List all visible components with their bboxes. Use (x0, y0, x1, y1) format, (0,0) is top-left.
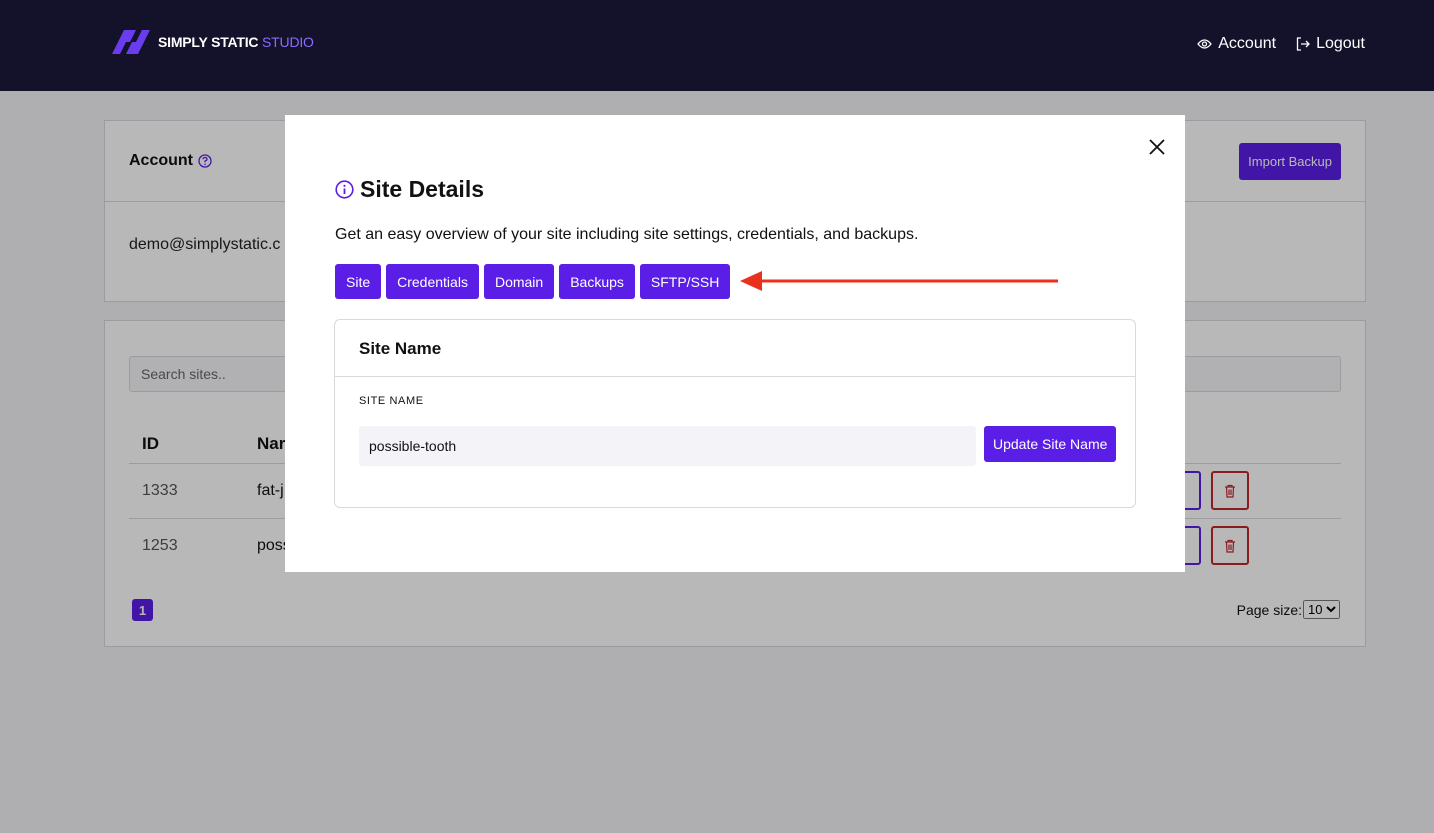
tab-domain[interactable]: Domain (483, 264, 555, 299)
nav-account-link[interactable]: Account (1197, 35, 1276, 53)
tab-sftp-ssh[interactable]: SFTP/SSH (639, 264, 731, 299)
top-nav: Account Logout (1197, 35, 1365, 53)
logo[interactable]: SIMPLY STATIC STUDIO (106, 28, 314, 55)
eye-icon (1197, 39, 1213, 49)
logo-text-accent: STUDIO (262, 33, 314, 50)
update-site-name-button[interactable]: Update Site Name (984, 426, 1117, 462)
tab-site[interactable]: Site (335, 264, 382, 299)
close-icon[interactable] (1147, 137, 1167, 157)
nav-logout-label: Logout (1316, 35, 1365, 52)
modal-description: Get an easy overview of your site includ… (335, 226, 919, 243)
tab-backups[interactable]: Backups (559, 264, 635, 299)
nav-account-label: Account (1218, 35, 1277, 52)
site-name-input[interactable] (359, 426, 976, 466)
modal-title-text: Site Details (360, 176, 484, 202)
modal-title: Site Details (335, 176, 484, 203)
nav-logout-link[interactable]: Logout (1296, 35, 1365, 53)
logout-icon (1296, 37, 1310, 51)
site-name-card-title: Site Name (359, 339, 442, 358)
annotation-arrow (740, 271, 1058, 291)
site-details-modal: Site Details Get an easy overview of you… (285, 115, 1185, 572)
logo-icon (112, 30, 150, 54)
modal-tabs: Site Credentials Domain Backups SFTP/SSH (335, 264, 731, 299)
tab-credentials[interactable]: Credentials (386, 264, 479, 299)
site-name-card: Site Name SITE NAME Update Site Name (334, 319, 1136, 508)
site-name-card-header: Site Name (335, 320, 1135, 377)
info-icon (335, 180, 354, 199)
top-navbar: SIMPLY STATIC STUDIO Account Logout (0, 0, 1434, 91)
logo-text: SIMPLY STATIC (158, 33, 259, 50)
site-name-field-label: SITE NAME (359, 395, 424, 407)
